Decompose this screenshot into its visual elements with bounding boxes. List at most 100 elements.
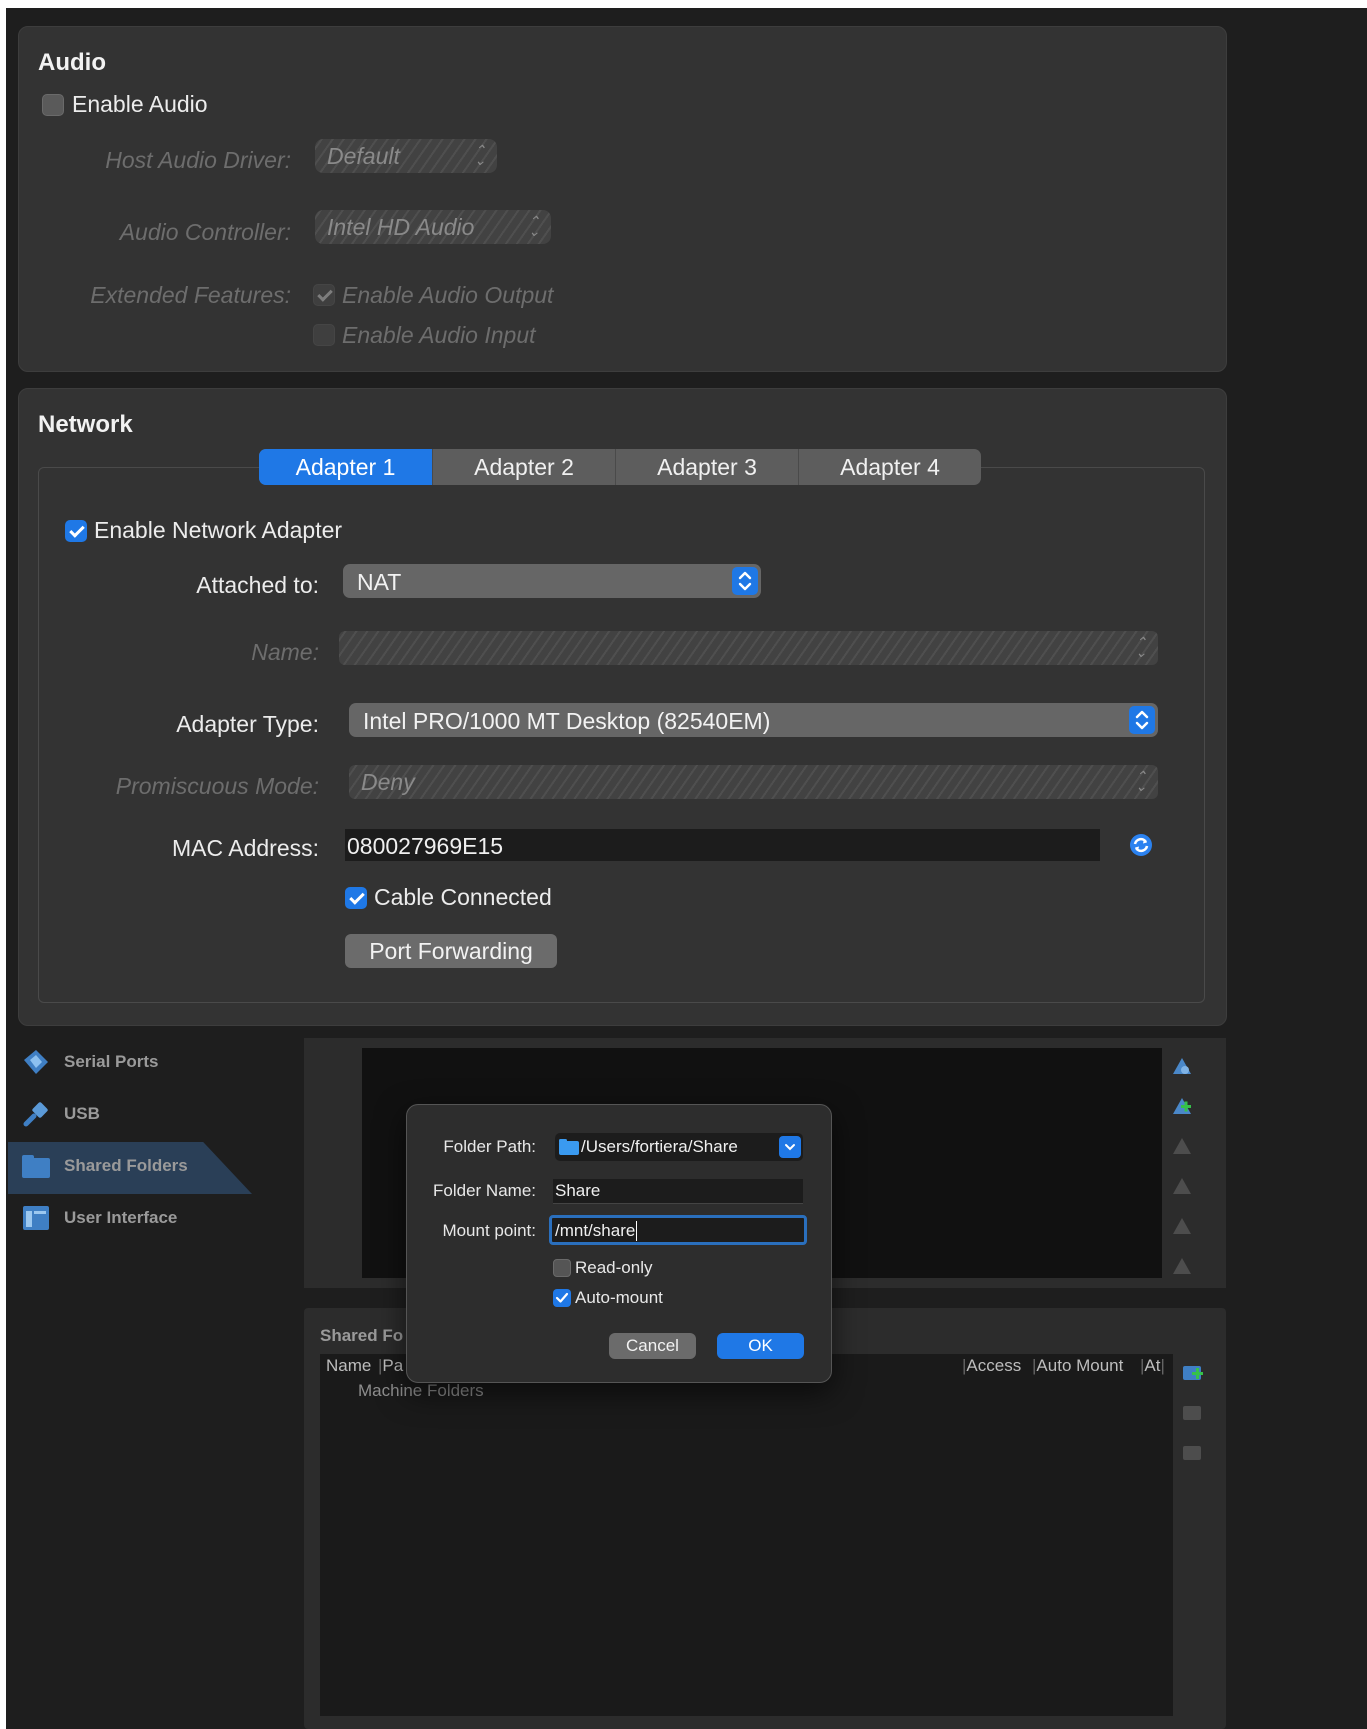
sidebar-item-serial-ports[interactable]: Serial Ports: [6, 1038, 306, 1088]
folder-name-label: Folder Name:: [433, 1181, 536, 1200]
name-label: Name:: [251, 639, 319, 665]
audio-panel: Audio Enable Audio Host Audio Driver: De…: [18, 26, 1227, 372]
refresh-mac-icon[interactable]: [1129, 833, 1153, 857]
tab-adapter-1[interactable]: Adapter 1: [259, 449, 433, 485]
folder-name-input[interactable]: Share: [553, 1179, 803, 1204]
remove-shared-folder-icon: [1181, 1440, 1205, 1464]
chevron-updown-icon: ⌃ ⌄: [1135, 768, 1147, 794]
attached-to-select[interactable]: NAT: [343, 564, 761, 598]
chevron-updown-icon: ⌃ ⌄: [528, 213, 540, 239]
remove-folder-icon: [1170, 1174, 1194, 1198]
chevron-updown-icon: [1129, 706, 1155, 734]
settings-window: Audio Enable Audio Host Audio Driver: De…: [6, 8, 1367, 1729]
sidebar-item-label: Shared Folders: [64, 1156, 188, 1175]
promiscuous-mode-select: Deny ⌃ ⌄: [349, 765, 1158, 799]
mac-address-input[interactable]: 080027969E15: [345, 829, 1100, 861]
enable-audio-label[interactable]: Enable Audio: [72, 91, 208, 118]
folder-settings-icon[interactable]: [1170, 1054, 1194, 1078]
enable-audio-output-checkbox: [313, 284, 335, 306]
audio-controller-label: Audio Controller:: [119, 219, 291, 245]
read-only-label[interactable]: Read-only: [575, 1258, 653, 1278]
folder-icon: [20, 1150, 52, 1182]
chevron-updown-icon: ⌃ ⌄: [474, 142, 486, 168]
host-audio-driver-label: Host Audio Driver:: [105, 147, 291, 173]
tab-adapter-3[interactable]: Adapter 3: [616, 449, 799, 485]
auto-mount-label[interactable]: Auto-mount: [575, 1288, 663, 1308]
auto-mount-checkbox[interactable]: [553, 1289, 571, 1307]
enable-audio-checkbox[interactable]: [42, 94, 64, 116]
folder-path-value: /Users/fortiera/Share: [581, 1137, 738, 1156]
sidebar-item-shared-folders[interactable]: Shared Folders: [6, 1142, 306, 1192]
add-shared-folder-icon[interactable]: [1181, 1360, 1205, 1384]
extended-features-label: Extended Features:: [90, 282, 291, 308]
attached-to-value: NAT: [357, 569, 402, 595]
shared-folders-section-title: Shared Fo: [320, 1326, 404, 1345]
mount-point-value: /mnt/share: [555, 1221, 638, 1241]
enable-audio-output-label: Enable Audio Output: [342, 282, 554, 308]
column-header-name[interactable]: Name: [326, 1356, 371, 1376]
chevron-updown-icon: [732, 567, 758, 595]
edit-shared-folder-icon: [1181, 1400, 1205, 1424]
audio-controller-select: Intel HD Audio ⌃ ⌄: [315, 210, 551, 244]
attached-to-label: Attached to:: [196, 572, 319, 598]
chevron-updown-icon: ⌃ ⌄: [1135, 634, 1147, 660]
column-header-path-text: Pa: [382, 1356, 404, 1375]
name-select: ⌃ ⌄: [339, 631, 1158, 665]
edit-folder-icon: [1170, 1134, 1194, 1158]
audio-section-title: Audio: [38, 49, 106, 76]
sidebar-item-label: User Interface: [64, 1208, 178, 1227]
cable-connected-checkbox[interactable]: [345, 887, 367, 909]
sidebar-item-user-interface[interactable]: User Interface: [6, 1194, 306, 1244]
enable-network-adapter-label[interactable]: Enable Network Adapter: [94, 517, 342, 544]
network-section-title: Network: [38, 411, 133, 438]
network-panel: Network Adapter 1 Adapter 2 Adapter 3 Ad…: [18, 388, 1227, 1026]
chevron-down-icon: [779, 1136, 801, 1158]
column-header-access[interactable]: |Access: [962, 1356, 1021, 1376]
folder-icon: [559, 1138, 579, 1155]
tab-adapter-4[interactable]: Adapter 4: [799, 449, 981, 485]
column-header-path[interactable]: |Pa: [378, 1356, 403, 1376]
column-header-auto-mount-text: Auto Mount: [1036, 1356, 1124, 1375]
adapter-type-label: Adapter Type:: [176, 711, 319, 737]
host-audio-driver-value: Default: [327, 143, 400, 169]
enable-network-adapter-checkbox[interactable]: [65, 520, 87, 542]
column-header-at[interactable]: |At|: [1140, 1356, 1165, 1376]
sidebar-item-label: USB: [64, 1104, 100, 1123]
mount-point-input[interactable]: /mnt/share: [549, 1215, 807, 1245]
audio-controller-value: Intel HD Audio: [327, 214, 475, 240]
adapter-tabs: Adapter 1 Adapter 2 Adapter 3 Adapter 4: [259, 449, 981, 485]
read-only-checkbox[interactable]: [553, 1259, 571, 1277]
shared-folders-table: [320, 1354, 1173, 1716]
sidebar-item-usb[interactable]: USB: [6, 1090, 306, 1140]
folder-name-value: Share: [555, 1181, 601, 1200]
ok-button[interactable]: OK: [717, 1333, 804, 1359]
folder-path-select[interactable]: /Users/fortiera/Share: [555, 1133, 803, 1161]
usb-icon: [20, 1098, 52, 1130]
enable-audio-input-checkbox: [313, 324, 335, 346]
add-folder-icon[interactable]: [1170, 1094, 1194, 1118]
folder-path-label: Folder Path:: [443, 1137, 536, 1156]
cable-connected-label[interactable]: Cable Connected: [374, 884, 552, 911]
enable-audio-input-label: Enable Audio Input: [342, 322, 536, 348]
move-up-icon: [1170, 1214, 1194, 1238]
tab-adapter-2[interactable]: Adapter 2: [433, 449, 616, 485]
mount-point-label: Mount point:: [442, 1221, 536, 1240]
add-share-dialog: Folder Path: /Users/fortiera/Share Folde…: [406, 1104, 832, 1383]
promiscuous-mode-label: Promiscuous Mode:: [115, 773, 319, 799]
sidebar-item-label: Serial Ports: [64, 1052, 159, 1071]
column-header-at-text: At: [1144, 1356, 1161, 1375]
promiscuous-mode-value: Deny: [361, 769, 415, 795]
serial-port-icon: [20, 1046, 52, 1078]
host-audio-driver-select: Default ⌃ ⌄: [315, 139, 497, 173]
list-item[interactable]: Machine Folders: [358, 1381, 484, 1401]
user-interface-icon: [20, 1202, 52, 1234]
port-forwarding-button[interactable]: Port Forwarding: [345, 934, 557, 968]
adapter-type-value: Intel PRO/1000 MT Desktop (82540EM): [363, 708, 771, 734]
cancel-button[interactable]: Cancel: [609, 1333, 696, 1359]
column-header-auto-mount[interactable]: |Auto Mount: [1032, 1356, 1123, 1376]
mac-address-label: MAC Address:: [172, 835, 319, 861]
mac-address-value: 080027969E15: [347, 833, 504, 859]
move-down-icon: [1170, 1254, 1194, 1278]
column-header-access-text: Access: [966, 1356, 1022, 1375]
adapter-type-select[interactable]: Intel PRO/1000 MT Desktop (82540EM): [349, 703, 1158, 737]
